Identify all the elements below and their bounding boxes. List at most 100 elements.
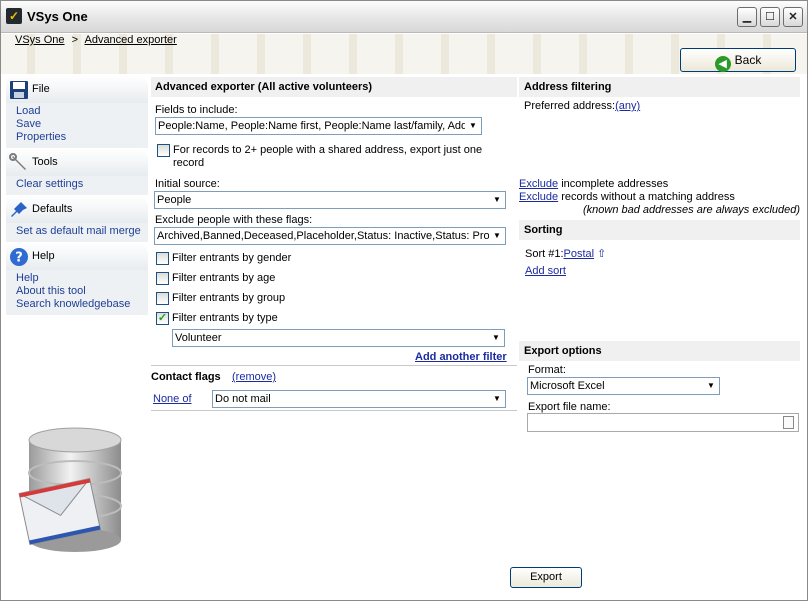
filter-gender-label: Filter entrants by gender: [172, 252, 292, 264]
export-button[interactable]: Export: [510, 567, 582, 588]
sidebar: File Load Save Properties Tools Clear se…: [6, 76, 148, 316]
sort1-link[interactable]: Postal: [564, 248, 595, 260]
breadcrumb-home-link[interactable]: VSys One: [15, 34, 65, 46]
sidebar-links-tools: Clear settings: [6, 176, 148, 195]
database-mail-icon: [18, 427, 122, 552]
file-browse-icon[interactable]: [783, 416, 794, 429]
add-sort-link[interactable]: Add sort: [525, 265, 566, 277]
back-button[interactable]: ◀ Back: [680, 48, 796, 72]
sidebar-item-save[interactable]: Save: [16, 118, 41, 130]
format-label: Format:: [528, 364, 566, 376]
fields-select-value: People:Name, People:Name first, People:N…: [158, 120, 471, 132]
preferred-address-row: Preferred address:(any): [524, 100, 640, 112]
filter-gender-checkbox[interactable]: [156, 252, 169, 265]
back-button-label: Back: [734, 53, 762, 67]
sidebar-header-help: ? Help: [6, 243, 148, 270]
sidebar-header-defaults: Defaults: [6, 196, 148, 223]
sidebar-links-defaults: Set as default mail merge: [6, 223, 148, 242]
bad-address-note: (known bad addresses are always excluded…: [583, 204, 801, 216]
exclude-nonmatching-link[interactable]: Exclude: [519, 191, 558, 203]
filter-age-checkbox[interactable]: [156, 272, 169, 285]
exclude-incomplete-link[interactable]: Exclude: [519, 178, 558, 190]
export-file-name-input[interactable]: [527, 413, 799, 432]
exclude-flags-select[interactable]: Archived,Banned,Deceased,Placeholder,Sta…: [154, 227, 506, 245]
sidebar-header-tools: Tools: [6, 149, 148, 176]
sort-direction-icon[interactable]: ⇧: [597, 248, 606, 260]
sidebar-item-load[interactable]: Load: [16, 105, 40, 117]
breadcrumb-separator: >: [71, 34, 79, 46]
type-select-value: Volunteer: [175, 332, 222, 344]
add-another-filter-link[interactable]: Add another filter: [415, 351, 507, 363]
wrench-icon: [9, 153, 26, 170]
shared-address-checkbox[interactable]: [157, 144, 170, 157]
sort1-label: Sort #1:: [525, 248, 564, 260]
breadcrumb-current-link[interactable]: Advanced exporter: [84, 34, 176, 46]
app-logo-icon: ✓: [6, 8, 22, 24]
format-select[interactable]: Microsoft Excel ▼: [527, 377, 720, 395]
initial-source-label: Initial source:: [155, 178, 220, 190]
fields-select[interactable]: People:Name, People:Name first, People:N…: [155, 117, 482, 135]
chevron-down-icon: ▼: [489, 391, 505, 407]
window-title: VSys One: [27, 9, 88, 24]
chevron-down-icon: ▼: [488, 330, 504, 346]
initial-source-select[interactable]: People ▼: [154, 191, 506, 209]
exclude-nonmatching-text: records without a matching address: [558, 191, 735, 203]
chevron-down-icon: ▼: [489, 228, 505, 244]
sidebar-item-help[interactable]: Help: [16, 272, 39, 284]
exclude-nonmatching-row: Exclude records without a matching addre…: [519, 191, 735, 203]
divider: [151, 365, 517, 366]
sorting-title: Sorting: [524, 224, 563, 236]
chevron-down-icon: ▼: [489, 192, 505, 208]
sidebar-item-about[interactable]: About this tool: [16, 285, 86, 297]
format-select-value: Microsoft Excel: [530, 380, 605, 392]
fields-label: Fields to include:: [155, 104, 238, 116]
preferred-address-label: Preferred address:: [524, 100, 616, 112]
chevron-down-icon: ▼: [465, 118, 481, 134]
type-select[interactable]: Volunteer ▼: [172, 329, 505, 347]
sidebar-item-clear-settings[interactable]: Clear settings: [16, 178, 83, 190]
sort-row: Sort #1:Postal ⇧: [525, 247, 606, 260]
divider: [151, 410, 517, 411]
filter-age-label: Filter entrants by age: [172, 272, 276, 284]
shared-address-label: For records to 2+ people with a shared a…: [173, 144, 483, 169]
maximize-button[interactable]: ☐: [760, 7, 780, 27]
pushpin-icon: [11, 202, 27, 217]
breadcrumb: VSys One > Advanced exporter: [15, 34, 177, 46]
sidebar-links-help: Help About this tool Search knowledgebas…: [6, 270, 148, 315]
initial-source-value: People: [157, 194, 192, 206]
floppy-disk-icon: [10, 81, 28, 99]
exclude-flags-value: Archived,Banned,Deceased,Placeholder,Sta…: [157, 230, 490, 242]
sidebar-title-tools: Tools: [32, 156, 58, 168]
sidebar-links-file: Load Save Properties: [6, 103, 148, 148]
sidebar-item-properties[interactable]: Properties: [16, 131, 66, 143]
close-button[interactable]: ✕: [783, 7, 803, 27]
exclude-incomplete-text: incomplete addresses: [558, 178, 669, 190]
exclude-incomplete-row: Exclude incomplete addresses: [519, 178, 668, 190]
contact-flags-select[interactable]: Do not mail ▼: [212, 390, 506, 408]
exclude-flags-label: Exclude people with these flags:: [155, 214, 313, 226]
minimize-button[interactable]: ▁: [737, 7, 757, 27]
filter-group-label: Filter entrants by group: [172, 292, 286, 304]
svg-text:?: ?: [15, 251, 23, 266]
contact-flags-value: Do not mail: [215, 393, 271, 405]
contact-flags-title: Contact flags: [151, 371, 221, 383]
contact-flags-remove-link[interactable]: (remove): [232, 371, 276, 383]
filter-type-checkbox[interactable]: ✓: [156, 312, 169, 325]
sidebar-item-search-knowledgebase[interactable]: Search knowledgebase: [16, 298, 130, 310]
export-file-name-label: Export file name:: [528, 401, 611, 413]
sidebar-title-defaults: Defaults: [32, 203, 73, 215]
back-arrow-icon: ◀: [714, 56, 731, 72]
preferred-address-link[interactable]: (any): [615, 100, 640, 112]
title-bar: ✓ VSys One ▁ ☐ ✕: [1, 1, 807, 33]
sidebar-item-set-default-mail-merge[interactable]: Set as default mail merge: [16, 225, 141, 237]
address-filtering-title: Address filtering: [524, 81, 612, 93]
chevron-down-icon: ▼: [703, 378, 719, 394]
sidebar-title-help: Help: [32, 250, 55, 262]
sidebar-title-file: File: [32, 83, 50, 95]
contact-flags-mode-link[interactable]: None of: [153, 393, 192, 405]
app-window: ✓ VSys One ▁ ☐ ✕ VSys One > Advanced exp…: [0, 0, 808, 601]
filter-type-label: Filter entrants by type: [172, 312, 278, 324]
export-options-title: Export options: [524, 345, 602, 357]
filter-group-checkbox[interactable]: [156, 292, 169, 305]
sidebar-header-file: File: [6, 76, 148, 103]
